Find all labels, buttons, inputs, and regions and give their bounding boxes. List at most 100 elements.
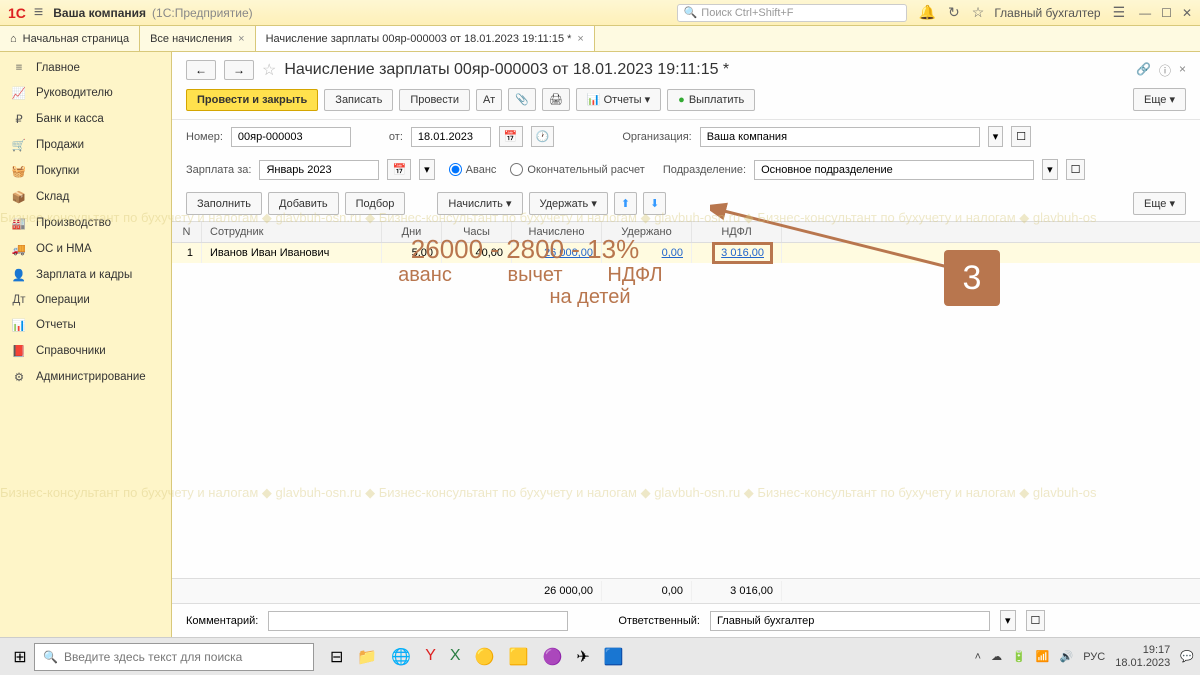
dropdown-icon[interactable]: ▾ [988, 126, 1004, 147]
th-n[interactable]: N [172, 222, 202, 242]
add-button[interactable]: Добавить [268, 192, 339, 215]
menu-icon[interactable]: ≡ [34, 4, 43, 22]
salary-for-input[interactable] [259, 160, 379, 180]
tab-all-accruals[interactable]: Все начисления× [140, 26, 256, 51]
sidebar-item-reports[interactable]: 📊Отчеты [0, 312, 171, 338]
global-search[interactable]: 🔍 Поиск Ctrl+Shift+F [677, 4, 907, 22]
wifi-icon[interactable]: 📶 [1036, 650, 1050, 663]
calendar-icon[interactable]: 📅 [499, 126, 523, 147]
responsible-input[interactable] [710, 611, 990, 631]
cell-deducted[interactable]: 0,00 [602, 243, 692, 263]
forward-button[interactable]: → [224, 60, 254, 80]
advance-radio[interactable]: Аванс [449, 163, 497, 176]
more-button[interactable]: Еще ▾ [1133, 88, 1186, 111]
select-button[interactable]: Подбор [345, 192, 406, 215]
deduct-button[interactable]: Удержать ▾ [529, 192, 608, 215]
accrue-button[interactable]: Начислить ▾ [437, 192, 522, 215]
maximize-button[interactable]: ☐ [1161, 6, 1172, 20]
sidebar-item-manager[interactable]: 📈Руководителю [0, 80, 171, 106]
save-button[interactable]: Записать [324, 89, 393, 111]
open-icon[interactable]: ☐ [1026, 610, 1046, 631]
taskview-icon[interactable]: ⊟ [330, 647, 343, 667]
cell-ndfl[interactable]: 3 016,00 [692, 243, 782, 263]
history-icon[interactable]: ↻ [948, 4, 960, 21]
explorer-icon[interactable]: 📁 [357, 647, 377, 667]
more-button-2[interactable]: Еще ▾ [1133, 192, 1186, 215]
cell-accrued[interactable]: 26 000,00 [512, 243, 602, 263]
attach-button[interactable]: 📎 [508, 88, 536, 111]
sidebar-item-production[interactable]: 🏭Производство [0, 210, 171, 236]
post-button[interactable]: Провести [399, 89, 470, 111]
minimize-button[interactable]: — [1139, 6, 1151, 20]
taskbar-search[interactable]: 🔍 Введите здесь текст для поиска [34, 643, 314, 671]
dropdown-icon[interactable]: ▾ [1000, 610, 1016, 631]
star-icon[interactable]: ☆ [972, 4, 985, 21]
close-icon[interactable]: × [238, 33, 244, 45]
final-radio[interactable]: Окончательный расчет [510, 163, 644, 176]
chevron-up-icon[interactable]: ˄ [975, 651, 981, 663]
th-days[interactable]: Дни [382, 222, 442, 242]
lang-indicator[interactable]: РУС [1083, 651, 1105, 663]
doc-close-icon[interactable]: × [1179, 62, 1186, 79]
volume-icon[interactable]: 🔊 [1060, 650, 1074, 663]
sidebar-item-sales[interactable]: 🛒Продажи [0, 132, 171, 158]
time-icon[interactable]: 🕐 [531, 126, 555, 147]
link-icon[interactable]: 🔗 [1136, 62, 1151, 79]
sidebar-item-assets[interactable]: 🚚ОС и НМА [0, 236, 171, 262]
open-icon[interactable]: ☐ [1066, 159, 1086, 180]
date-input[interactable] [411, 127, 491, 147]
app2-icon[interactable]: 🟦 [604, 647, 624, 667]
move-down-button[interactable]: ⬇ [643, 192, 666, 215]
app-icon[interactable]: 🟣 [542, 647, 562, 667]
battery-icon[interactable]: 🔋 [1012, 650, 1026, 663]
help-icon[interactable]: ⓘ [1159, 62, 1171, 79]
dtkt-button[interactable]: Ат [476, 89, 502, 111]
fill-button[interactable]: Заполнить [186, 192, 262, 215]
submit-button[interactable]: Провести и закрыть [186, 89, 318, 111]
sidebar-item-operations[interactable]: ДтОперации [0, 288, 171, 312]
sidebar-item-purchases[interactable]: 🧺Покупки [0, 158, 171, 184]
dropdown-icon[interactable]: ▾ [419, 159, 435, 180]
bell-icon[interactable]: 🔔 [919, 4, 936, 21]
clock[interactable]: 19:17 18.01.2023 [1115, 644, 1170, 668]
open-icon[interactable]: ☐ [1011, 126, 1031, 147]
move-up-button[interactable]: ⬆ [614, 192, 637, 215]
sidebar-item-warehouse[interactable]: 📦Склад [0, 184, 171, 210]
1c-icon[interactable]: 🟨 [509, 647, 529, 667]
notification-icon[interactable]: 💬 [1180, 650, 1194, 663]
reports-button[interactable]: 📊 Отчеты ▾ [576, 88, 661, 111]
dropdown-icon[interactable]: ▾ [1042, 159, 1058, 180]
close-button[interactable]: ✕ [1182, 6, 1192, 20]
pay-button[interactable]: Выплатить [667, 89, 755, 111]
back-button[interactable]: ← [186, 60, 216, 80]
cloud-icon[interactable]: ☁ [991, 650, 1002, 663]
favorite-icon[interactable]: ☆ [262, 60, 276, 80]
excel-icon[interactable]: X [450, 647, 461, 667]
org-input[interactable] [700, 127, 980, 147]
tab-current-doc[interactable]: Начисление зарплаты 00яр-000003 от 18.01… [256, 26, 595, 51]
calendar-icon[interactable]: 📅 [387, 159, 411, 180]
close-icon[interactable]: × [577, 33, 583, 45]
dept-input[interactable] [754, 160, 1034, 180]
th-deducted[interactable]: Удержано [602, 222, 692, 242]
sidebar-item-references[interactable]: 📕Справочники [0, 338, 171, 364]
sidebar-item-admin[interactable]: ⚙Администрирование [0, 364, 171, 390]
print-button[interactable]: 🖨 [542, 88, 570, 111]
yandex-icon[interactable]: Y [425, 647, 436, 667]
tab-home[interactable]: ⌂Начальная страница [0, 26, 140, 51]
th-employee[interactable]: Сотрудник [202, 222, 382, 242]
table-row[interactable]: 1 Иванов Иван Иванович 5,00 40,00 26 000… [172, 243, 1200, 263]
sidebar-item-main[interactable]: ≡Главное [0, 56, 171, 80]
ndfl-value[interactable]: 3 016,00 [712, 242, 773, 264]
th-ndfl[interactable]: НДФЛ [692, 222, 782, 242]
start-button[interactable]: ⊞ [6, 647, 34, 667]
number-input[interactable] [231, 127, 351, 147]
comment-input[interactable] [268, 611, 568, 631]
yandex-app-icon[interactable]: 🟡 [475, 647, 495, 667]
th-hours[interactable]: Часы [442, 222, 512, 242]
telegram-icon[interactable]: ✈ [576, 647, 589, 667]
th-accrued[interactable]: Начислено [512, 222, 602, 242]
current-user[interactable]: Главный бухгалтер [994, 6, 1100, 20]
menu-lines-icon[interactable]: ☰ [1113, 4, 1126, 21]
edge-icon[interactable]: 🌐 [391, 647, 411, 667]
